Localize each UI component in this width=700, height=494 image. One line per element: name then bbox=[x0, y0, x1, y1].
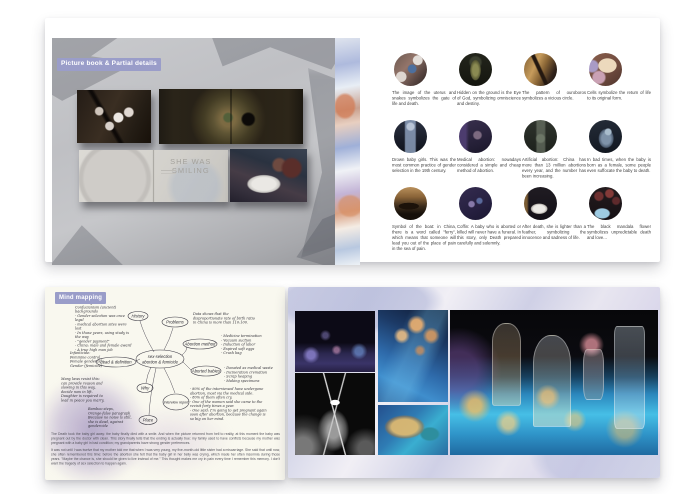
note-problems: Data shows that the disproportionate rat… bbox=[193, 312, 255, 325]
cells-thumb bbox=[589, 53, 622, 86]
photo-glass-bowl bbox=[378, 405, 448, 455]
detail-item: Symbol of the boat: in China, there is a… bbox=[392, 187, 456, 279]
detail-item: The image of the uterus and snakes symbo… bbox=[392, 53, 456, 123]
detail-item: The pattern of ouroboros symbolizes a vi… bbox=[522, 53, 586, 112]
detail-caption: The black mandala flower symbolizes unpr… bbox=[587, 224, 651, 241]
photo-collage-panel bbox=[288, 287, 660, 478]
glass-bottle bbox=[492, 323, 521, 406]
fetus-thumb bbox=[589, 120, 622, 153]
panel-title: Mind mapping bbox=[55, 292, 106, 304]
book-spread-flowers bbox=[77, 90, 151, 143]
photo-blue-flowers bbox=[378, 310, 448, 402]
detail-caption: After death, she is lighter than a feath… bbox=[522, 224, 586, 241]
detail-caption: Cells symbolize the return of life to it… bbox=[587, 90, 651, 101]
mindmap-center-label-2: abortion & femicide bbox=[142, 360, 179, 365]
detail-caption: Coffin: A baby who is aborted or killed … bbox=[457, 224, 521, 246]
picture-book-panel: SHE WAS SMILING Picture book & Partial d… bbox=[45, 18, 660, 262]
mindmap-node-problems: Problems bbox=[166, 320, 185, 325]
book-mockup-photo: SHE WAS SMILING Picture book & Partial d… bbox=[52, 38, 335, 265]
photo-black-white-figure bbox=[295, 373, 375, 455]
mindmap-node-abortion-method: Abortion method bbox=[184, 342, 216, 347]
detail-caption: Drown baby girls. This was the most comm… bbox=[392, 157, 456, 174]
note-place: Bamboo steps, Orange-false paragraph Bec… bbox=[88, 407, 136, 428]
book-cover: SHE WAS SMILING bbox=[79, 150, 228, 202]
leaf-shadow bbox=[52, 193, 150, 265]
eye-of-god-thumb bbox=[459, 53, 492, 86]
photo-specimen-jars bbox=[450, 310, 658, 455]
detail-caption: Artificial abortion: China has more than… bbox=[522, 157, 586, 179]
note-abortion-method: - Medicine termination - Vacuum suction … bbox=[221, 334, 271, 355]
detail-caption: The pattern of ouroboros symbolizes a vi… bbox=[522, 90, 586, 101]
uterus-snakes-thumb bbox=[394, 53, 427, 86]
artificial-abortion-thumb bbox=[524, 120, 557, 153]
mindmap-center-label-1: sex-selection bbox=[148, 354, 173, 359]
note-history: Drowning Confucianism (ancient) backgrou… bbox=[75, 301, 133, 352]
portfolio-page: SHE WAS SMILING Picture book & Partial d… bbox=[0, 0, 700, 494]
detail-caption: Medical abortion: nowadays considered a … bbox=[457, 157, 521, 174]
mind-mapping-panel: sex-selection abortion & femicide Histor… bbox=[45, 287, 285, 480]
detail-item: Drown baby girls. This was the most comm… bbox=[392, 120, 456, 190]
bell-cloche bbox=[533, 335, 570, 427]
cylinder-jar bbox=[614, 326, 645, 430]
feather-thumb bbox=[524, 187, 557, 220]
mindmap-node-interview-report: Interview report bbox=[164, 401, 190, 405]
detail-item: Cells symbolize the return of life to it… bbox=[587, 53, 651, 112]
photo-bottles-night bbox=[295, 311, 375, 372]
book-spread-bed bbox=[230, 149, 307, 202]
note-aborted-babies: - Donated as medical waste - Incineratio… bbox=[224, 366, 274, 383]
detail-item: In bad times, when the baby is born as a… bbox=[587, 120, 651, 190]
ouroboros-thumb bbox=[524, 53, 557, 86]
mandala-flower-thumb bbox=[589, 187, 622, 220]
mindmap-node-place: Place bbox=[143, 418, 154, 423]
essay-block: The Death took the baby girl away: the b… bbox=[51, 432, 280, 480]
note-interview-report: - 80% of the interviewed have undergone … bbox=[190, 387, 268, 421]
mindmap-node-lead-definition: Lead & definition bbox=[100, 360, 132, 365]
book-spread-nest bbox=[159, 89, 303, 144]
mindmap-node-aborted-babies: Aborted babies bbox=[191, 369, 221, 374]
panel-title: Picture book & Partial details bbox=[57, 58, 161, 71]
detail-caption: In bad times, when the baby is born as a… bbox=[587, 157, 651, 174]
small-jar bbox=[583, 349, 604, 400]
detail-item: Hidden on the ground is the Eye of God, … bbox=[457, 53, 521, 123]
detail-item: After death, she is lighter than a feath… bbox=[522, 187, 586, 257]
detail-item: Medical abortion: nowadays considered a … bbox=[457, 120, 521, 190]
essay-paragraph-2: It was not until I was twelve that my mo… bbox=[51, 448, 280, 466]
medical-abortion-thumb bbox=[459, 120, 492, 153]
essay-paragraph-1: The Death took the baby girl away: the b… bbox=[51, 432, 280, 446]
detail-item: Coffin: A baby who is aborted or killed … bbox=[457, 187, 521, 268]
detail-item: The black mandala flower symbolizes unpr… bbox=[587, 187, 651, 257]
cover-credit-lines bbox=[161, 170, 176, 175]
note-infanticide: Infanticide: Feminine control Female gen… bbox=[70, 351, 105, 368]
mindmap-node-why: Why bbox=[141, 386, 150, 391]
detail-caption: Symbol of the boat: in China, there is a… bbox=[392, 224, 456, 252]
bottle-thumb bbox=[394, 120, 427, 153]
boat-thumb bbox=[394, 187, 427, 220]
mindmap-node-history: History bbox=[131, 314, 145, 319]
coffin-thumb bbox=[459, 187, 492, 220]
detail-caption: The image of the uterus and snakes symbo… bbox=[392, 90, 456, 107]
note-why: Many laws resist this: can provide reaso… bbox=[61, 377, 106, 403]
detail-caption: Hidden on the ground is the Eye of God, … bbox=[457, 90, 521, 107]
marbled-artwork-strip bbox=[335, 38, 360, 265]
